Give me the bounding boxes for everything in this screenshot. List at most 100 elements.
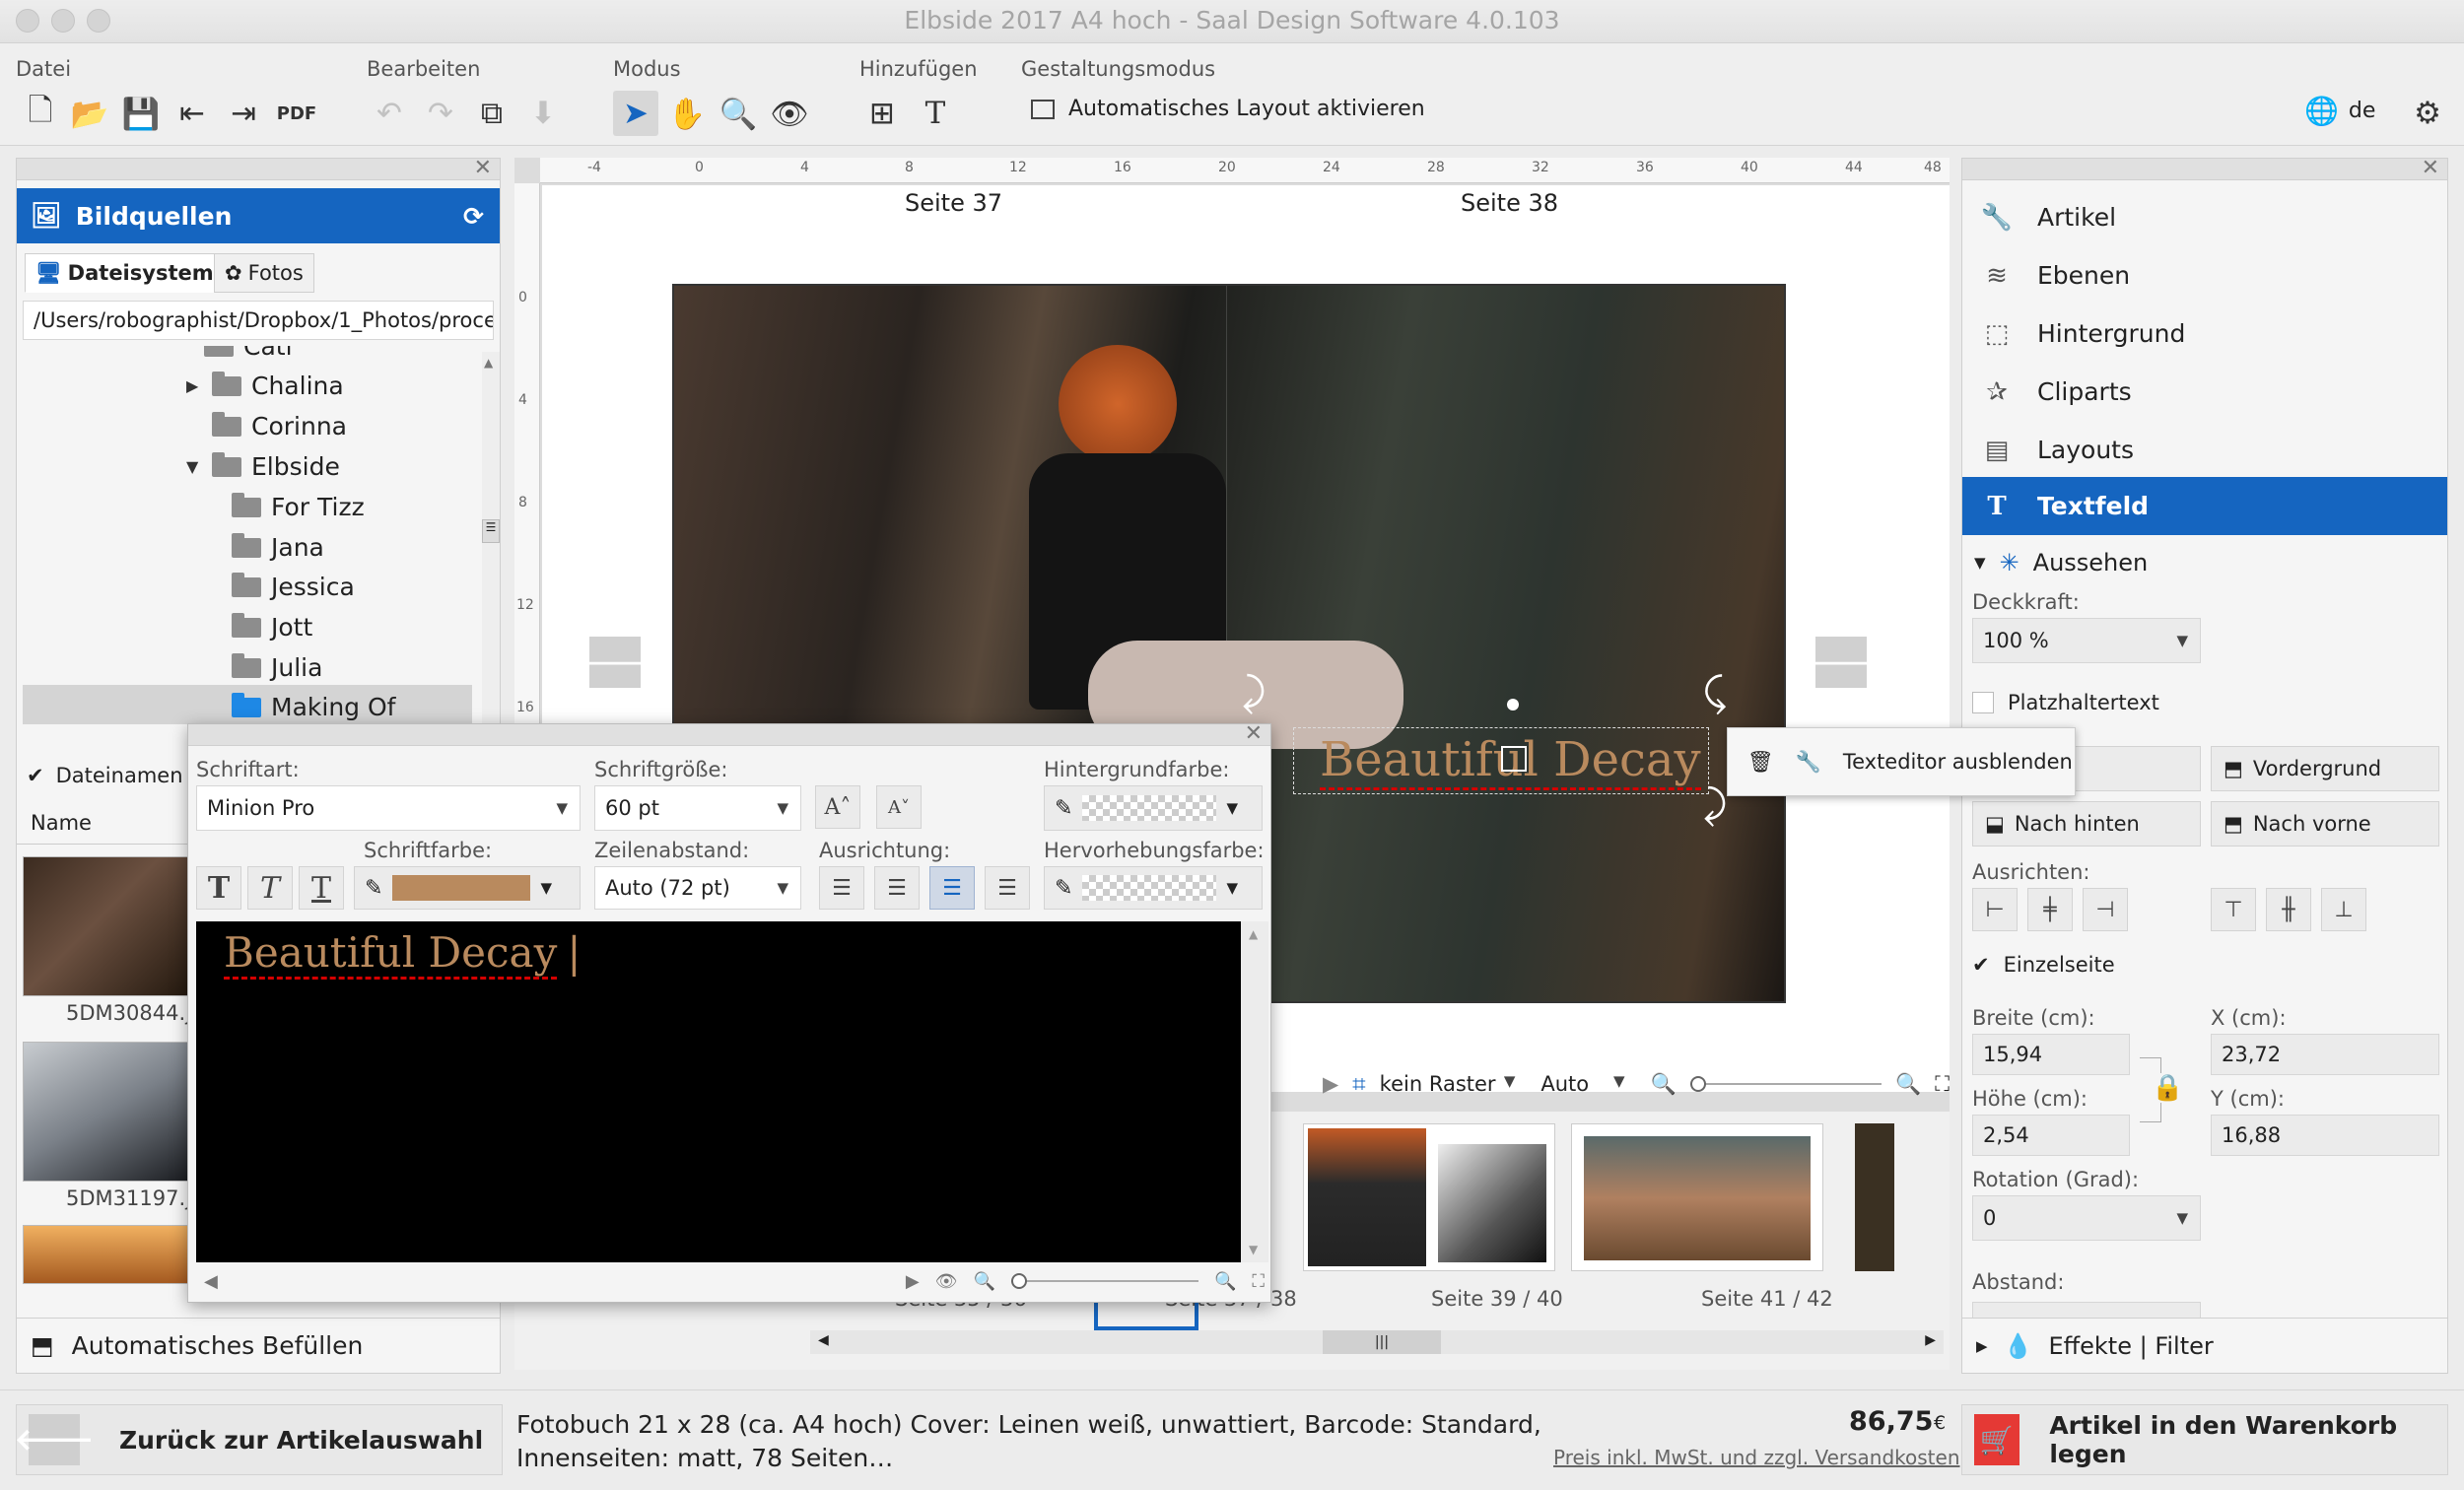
preview-eye-icon[interactable]: 👁 [767,91,812,136]
thumb-scrollbar[interactable]: ◀ ||| ▶ [810,1330,1944,1354]
tab-photos[interactable]: ✿ Fotos [214,253,314,293]
add-to-cart-button[interactable]: 🛒 Artikel in den Warenkorb legen [1961,1404,2448,1475]
eyedropper-icon[interactable]: ✎ [1055,796,1072,821]
y-field[interactable]: 16,88 [2211,1115,2439,1156]
chevron-down-icon[interactable]: ▼ [1226,879,1238,897]
select-arrow-icon[interactable]: ➤ [613,91,658,136]
save-icon[interactable]: 💾 [118,91,164,136]
preview-eye-icon[interactable]: 👁 [935,1271,958,1292]
pdf-icon[interactable]: PDF [274,91,319,136]
distance-field[interactable] [1972,1302,2201,1318]
scroll-left-icon[interactable]: ◀ [204,1271,218,1292]
align-center-icon[interactable]: ☰ [874,866,920,910]
linespacing-select[interactable]: Auto (72 pt) [594,866,801,910]
zoom-in-icon[interactable]: 🔍 [1214,1271,1236,1292]
panel-item-article[interactable]: 🔧 Artikel [1962,188,2447,246]
panel-grip[interactable]: ✕ [1962,156,2447,180]
editor-scrollbar[interactable]: ▲ ▼ [1241,921,1268,1262]
tree-item[interactable]: Corinna [212,411,347,440]
trash-icon[interactable]: 🗑 [1747,750,1774,775]
open-folder-icon[interactable]: 📂 [67,91,112,136]
thumb-spread-39[interactable] [1303,1123,1555,1271]
thumb-spread-41[interactable] [1571,1123,1823,1271]
section-appearance[interactable]: ▼ ✳ Aussehen [1974,549,2148,576]
fontcolor-picker[interactable]: ✎ ▼ [354,866,581,910]
align-left-icon[interactable]: ☰ [819,866,864,910]
tree-item[interactable]: ▶ Chalina [186,371,344,400]
eyedropper-icon[interactable]: ✎ [365,876,382,901]
zoom-out-icon[interactable]: 🔍 [1651,1072,1677,1097]
underline-icon[interactable]: T [299,866,344,910]
canvas-textbox[interactable]: Beautiful Decay [1293,699,1709,794]
bold-icon[interactable]: T [196,866,241,910]
refresh-icon[interactable]: ⟳ [463,202,484,231]
align-right-edge-icon[interactable]: ⊣ [2083,888,2128,931]
text-edit-area[interactable]: Beautiful Decay | [196,921,1241,1262]
rotate-arrow-icon[interactable]: ⤹ [1703,670,1727,715]
align-vcenter-icon[interactable]: ╫ [2266,888,2311,931]
add-text-icon[interactable]: T [913,91,958,136]
height-field[interactable]: 2,54 [1972,1115,2130,1156]
next-page-button[interactable]: 🡒 [1796,637,1886,688]
prev-page-button[interactable]: 🡐 [570,637,660,688]
align-bottom-edge-icon[interactable]: ⊥ [2321,888,2366,931]
align-top-edge-icon[interactable]: ⊤ [2211,888,2256,931]
rotation-select[interactable]: 0 [1972,1195,2201,1241]
gear-icon[interactable]: ⚙ [2405,91,2450,136]
opacity-select[interactable]: 100 % [1972,618,2201,663]
zoom-slider[interactable] [1689,1076,1882,1092]
bgcolor-picker[interactable]: ✎ ▼ [1044,785,1263,831]
zoom-out-icon[interactable]: 🔍 [974,1271,995,1292]
import-icon[interactable]: ⇤ [170,91,215,136]
align-hcenter-icon[interactable]: ╪ [2027,888,2073,931]
placeholder-checkbox[interactable]: Platzhaltertext [1972,691,2159,714]
align-justify-icon[interactable]: ☰ [985,866,1030,910]
scroll-right-icon[interactable]: ▶ [906,1271,920,1292]
panel-grip[interactable]: ✕ [17,156,500,180]
language-selector[interactable]: 🌐 de [2304,95,2375,127]
zoom-in-icon[interactable]: 🔍 [1895,1072,1921,1097]
send-backward-button[interactable]: ⬓ Nach hinten [1972,801,2201,847]
new-file-icon[interactable]: 🗋 [18,91,63,136]
grid-select[interactable]: kein Raster [1380,1072,1528,1096]
panel-item-background[interactable]: ⬚ Hintergrund [1962,305,2447,363]
foreground-button[interactable]: ⬒ Vordergrund [2211,746,2439,791]
tree-item[interactable]: For Tizz [232,492,365,521]
bring-forward-button[interactable]: ⬒ Nach vorne [2211,801,2439,847]
rotate-arrow-icon[interactable]: ⤸ [1242,670,1266,715]
auto-layout-toggle[interactable]: Automatisches Layout aktivieren [1031,97,1425,121]
tab-filesystem[interactable]: 🖥 Dateisystem [25,253,225,293]
align-right-icon[interactable]: ☰ [929,866,975,910]
panel-item-cliparts[interactable]: ✰ Cliparts [1962,363,2447,421]
back-to-articles-button[interactable]: 🡐 Zurück zur Artikelauswahl [15,1404,503,1475]
tree-item[interactable]: Jott [232,612,312,642]
column-name-header[interactable]: Name [17,801,194,845]
tree-item[interactable]: Julia [232,652,322,682]
increase-font-icon[interactable]: A˄ [815,785,860,829]
price-note-link[interactable]: Preis inkl. MwSt. und zzgl. Versandkoste… [1553,1446,1960,1469]
chevron-down-icon[interactable]: ▼ [186,457,202,476]
eyedropper-icon[interactable]: ✎ [1055,876,1072,901]
effects-filter-section[interactable]: ▶ 💧 Effekte | Filter [1962,1318,2447,1373]
autofill-button[interactable]: ⬒ Automatisches Befüllen [17,1318,500,1373]
tree-item-selected[interactable]: Making Of [232,692,395,721]
width-field[interactable]: 15,94 [1972,1034,2130,1075]
thumb-spread-next[interactable] [1855,1123,1894,1271]
zoom-icon[interactable]: 🔍 [716,91,761,136]
path-field[interactable]: /Users/robographist/Dropbox/1_Photos/pro… [23,301,494,340]
tree-item[interactable]: ▼ Elbside [186,451,340,481]
font-select[interactable]: Minion Pro [196,785,581,831]
fontsize-select[interactable]: 60 pt [594,785,801,831]
close-icon[interactable]: ✕ [1245,721,1263,746]
italic-icon[interactable]: T [247,866,293,910]
chevron-down-icon[interactable]: ▼ [540,879,552,897]
rotate-arrow-icon[interactable]: ⤸ [1703,782,1727,828]
single-page-checkbox[interactable]: ✔ Einzelseite [1972,953,2115,977]
paste-icon[interactable]: ⬇ [520,91,566,136]
file-thumbnail[interactable] [23,856,190,996]
chevron-down-icon[interactable]: ▼ [1226,799,1238,817]
fit-zoom-icon[interactable]: ⛶ [1935,1072,1950,1097]
hide-texteditor-button[interactable]: Texteditor ausblenden [1843,750,2073,774]
align-left-edge-icon[interactable]: ⊢ [1972,888,2018,931]
export-icon[interactable]: ⇥ [221,91,266,136]
